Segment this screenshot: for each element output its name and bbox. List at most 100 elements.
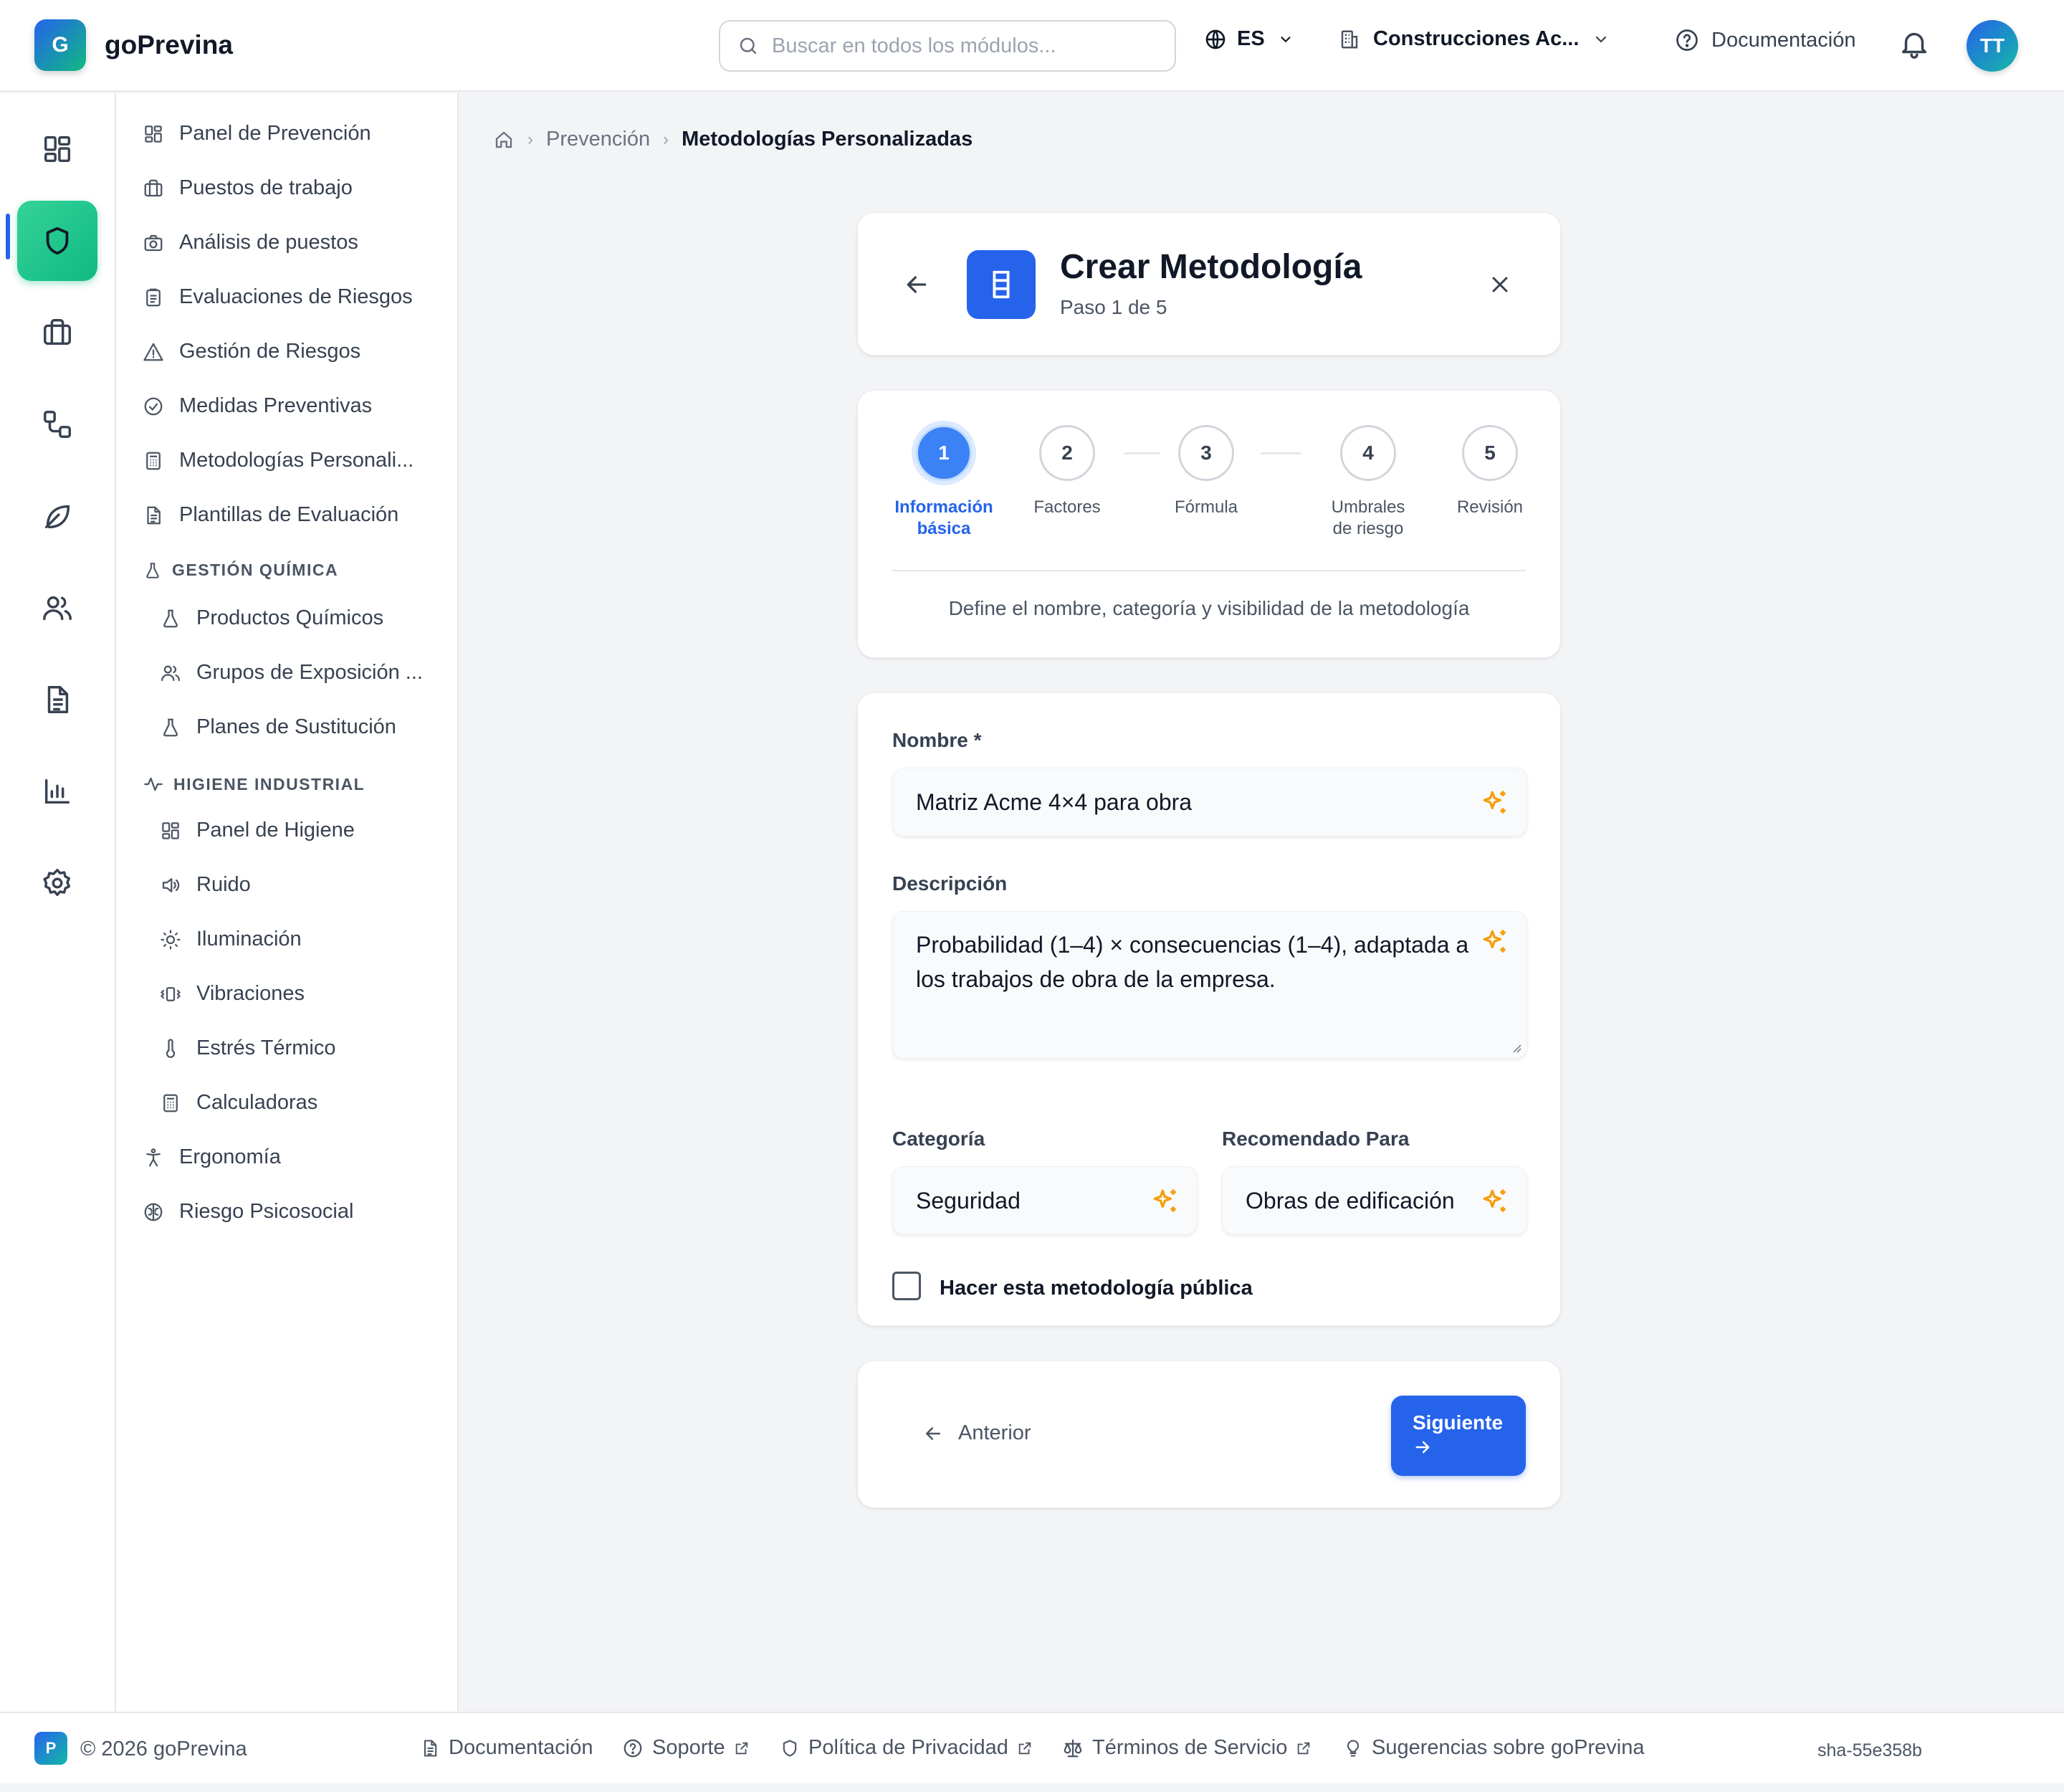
resize-handle[interactable] [1511,1042,1522,1054]
breadcrumb-prevention[interactable]: Prevención [546,128,650,151]
sidebar-item-vibrations[interactable]: Vibraciones [159,982,305,1006]
scale-icon [1062,1738,1084,1759]
footer-docs-link[interactable]: Documentación [420,1736,593,1760]
close-button[interactable] [1487,272,1513,297]
description-field[interactable]: Probabilidad (1–4) × consecuencias (1–4)… [892,911,1527,1059]
public-checkbox[interactable] [892,1271,921,1300]
ai-sparkle-icon[interactable] [1479,926,1511,958]
recommended-input[interactable] [1246,1167,1471,1234]
footer-privacy-link[interactable]: Política de Privacidad [780,1736,1033,1760]
rail-dashboard[interactable] [17,109,97,189]
description-textarea[interactable]: Probabilidad (1–4) × consecuencias (1–4)… [916,928,1496,1049]
briefcase-icon [41,316,74,349]
category-field[interactable] [892,1166,1198,1235]
home-icon[interactable] [493,129,515,151]
sidebar-item-calculators[interactable]: Calculadoras [159,1091,317,1115]
sidebar-item-noise[interactable]: Ruido [159,873,251,897]
ai-sparkle-icon[interactable] [1479,787,1511,819]
ai-sparkle-icon[interactable] [1479,1186,1511,1217]
back-button[interactable] [902,270,931,299]
sidebar-item-label: Plantillas de Evaluación [179,503,399,526]
close-icon [1487,272,1513,297]
warning-icon [142,340,165,363]
rail-settings[interactable] [17,843,97,923]
grid-icon [159,819,182,842]
public-checkbox-label: Hacer esta metodología pública [940,1277,1253,1300]
rail-people[interactable] [17,568,97,648]
sidebar-item-custom-methodologies[interactable]: Metodologías Personali... [142,449,414,472]
language-selector[interactable]: ES [1204,27,1294,51]
global-search[interactable] [719,20,1176,72]
active-indicator [6,214,10,259]
step-2[interactable]: 2 Factores [995,425,1139,518]
footer-suggestions-link[interactable]: Sugerencias sobre goPrevina [1343,1736,1644,1760]
rail-environment[interactable] [17,476,97,556]
step-5[interactable]: 5 Revisión [1418,425,1562,518]
language-code: ES [1237,27,1265,50]
rail-jobs[interactable] [17,292,97,373]
sidebar-item-hygiene-panel[interactable]: Panel de Higiene [159,819,355,842]
step-label: Fórmula [1174,497,1238,517]
sidebar-item-preventive-measures[interactable]: Medidas Preventivas [142,394,372,418]
company-selector[interactable]: Construcciones Ac... [1339,27,1610,51]
public-toggle[interactable]: Hacer esta metodología pública [892,1271,1253,1300]
name-input[interactable] [916,768,1471,836]
thermometer-icon [159,1037,182,1060]
chevron-down-icon [1278,32,1294,47]
sidebar-item-psychosocial-risk[interactable]: Riesgo Psicosocial [142,1200,353,1224]
help-circle-icon [1674,27,1700,53]
sidebar-item-job-analysis[interactable]: Análisis de puestos [142,231,358,254]
sidebar-item-evaluation-templates[interactable]: Plantillas de Evaluación [142,503,398,527]
section-label: GESTIÓN QUÍMICA [172,561,339,579]
rail-workflow[interactable] [17,384,97,464]
rail-reports[interactable] [17,751,97,831]
footer-terms-label: Términos de Servicio [1092,1736,1288,1759]
sidebar-item-exposure-groups[interactable]: Grupos de Exposición ... [159,661,423,685]
sidebar-item-risk-management[interactable]: Gestión de Riesgos [142,340,360,363]
step-3[interactable]: 3 Fórmula [1134,425,1278,518]
category-input[interactable] [916,1167,1141,1234]
brand[interactable]: G goPrevina [34,19,233,71]
sidebar-item-label: Estrés Térmico [196,1036,336,1059]
sidebar-section-hygiene[interactable]: HIGIENE INDUSTRIAL [143,774,365,794]
sidebar-item-label: Panel de Prevención [179,122,371,145]
grid-icon [142,123,165,146]
rail-documents[interactable] [17,659,97,740]
user-avatar[interactable]: TT [1967,20,2018,72]
sidebar-item-risk-assessments[interactable]: Evaluaciones de Riesgos [142,285,413,309]
next-button[interactable]: Siguiente [1391,1396,1526,1476]
build-hash: sha-55e358b [1817,1740,1922,1760]
name-field[interactable] [892,768,1527,837]
wizard-header-card: Crear Metodología Paso 1 de 5 [857,212,1561,356]
footer-support-link[interactable]: Soporte [622,1736,750,1760]
previous-button[interactable]: Anterior [922,1421,1031,1445]
leaf-icon [41,500,74,533]
notifications-button[interactable] [1898,27,1931,60]
sidebar-item-thermal-stress[interactable]: Estrés Térmico [159,1036,335,1060]
footer-suggestions-label: Sugerencias sobre goPrevina [1372,1736,1645,1759]
search-input[interactable] [772,34,1159,58]
footer-support-label: Soporte [652,1736,725,1759]
footer-terms-link[interactable]: Términos de Servicio [1062,1736,1312,1760]
dashboard-icon [41,133,74,166]
sidebar-item-label: Iluminación [196,928,302,950]
sidebar-item-lighting[interactable]: Iluminación [159,928,302,951]
sidebar-item-chemical-products[interactable]: Productos Químicos [159,606,383,630]
sidebar-item-prevention-panel[interactable]: Panel de Prevención [142,122,371,146]
basic-info-form: Nombre * Descripción Probabilidad (1–4) … [857,692,1561,1326]
breadcrumb-separator: › [527,129,533,149]
rail-prevention[interactable] [17,201,97,281]
sidebar-item-label: Vibraciones [196,982,305,1005]
ai-sparkle-icon[interactable] [1150,1186,1181,1217]
sidebar-item-ergonomics[interactable]: Ergonomía [142,1145,281,1169]
sidebar-section-chemical[interactable]: GESTIÓN QUÍMICA [143,561,338,580]
next-label: Siguiente [1413,1411,1504,1434]
sidebar-item-jobs[interactable]: Puestos de trabajo [142,176,353,200]
documentation-link[interactable]: Documentación [1674,27,1856,53]
sidebar-item-label: Análisis de puestos [179,231,358,254]
search-icon [737,35,759,57]
sidebar-item-substitution-plans[interactable]: Planes de Sustitución [159,715,396,739]
users-icon [159,662,182,685]
recommended-field[interactable] [1222,1166,1527,1235]
step-1[interactable]: 1 Información básica [872,425,1016,540]
